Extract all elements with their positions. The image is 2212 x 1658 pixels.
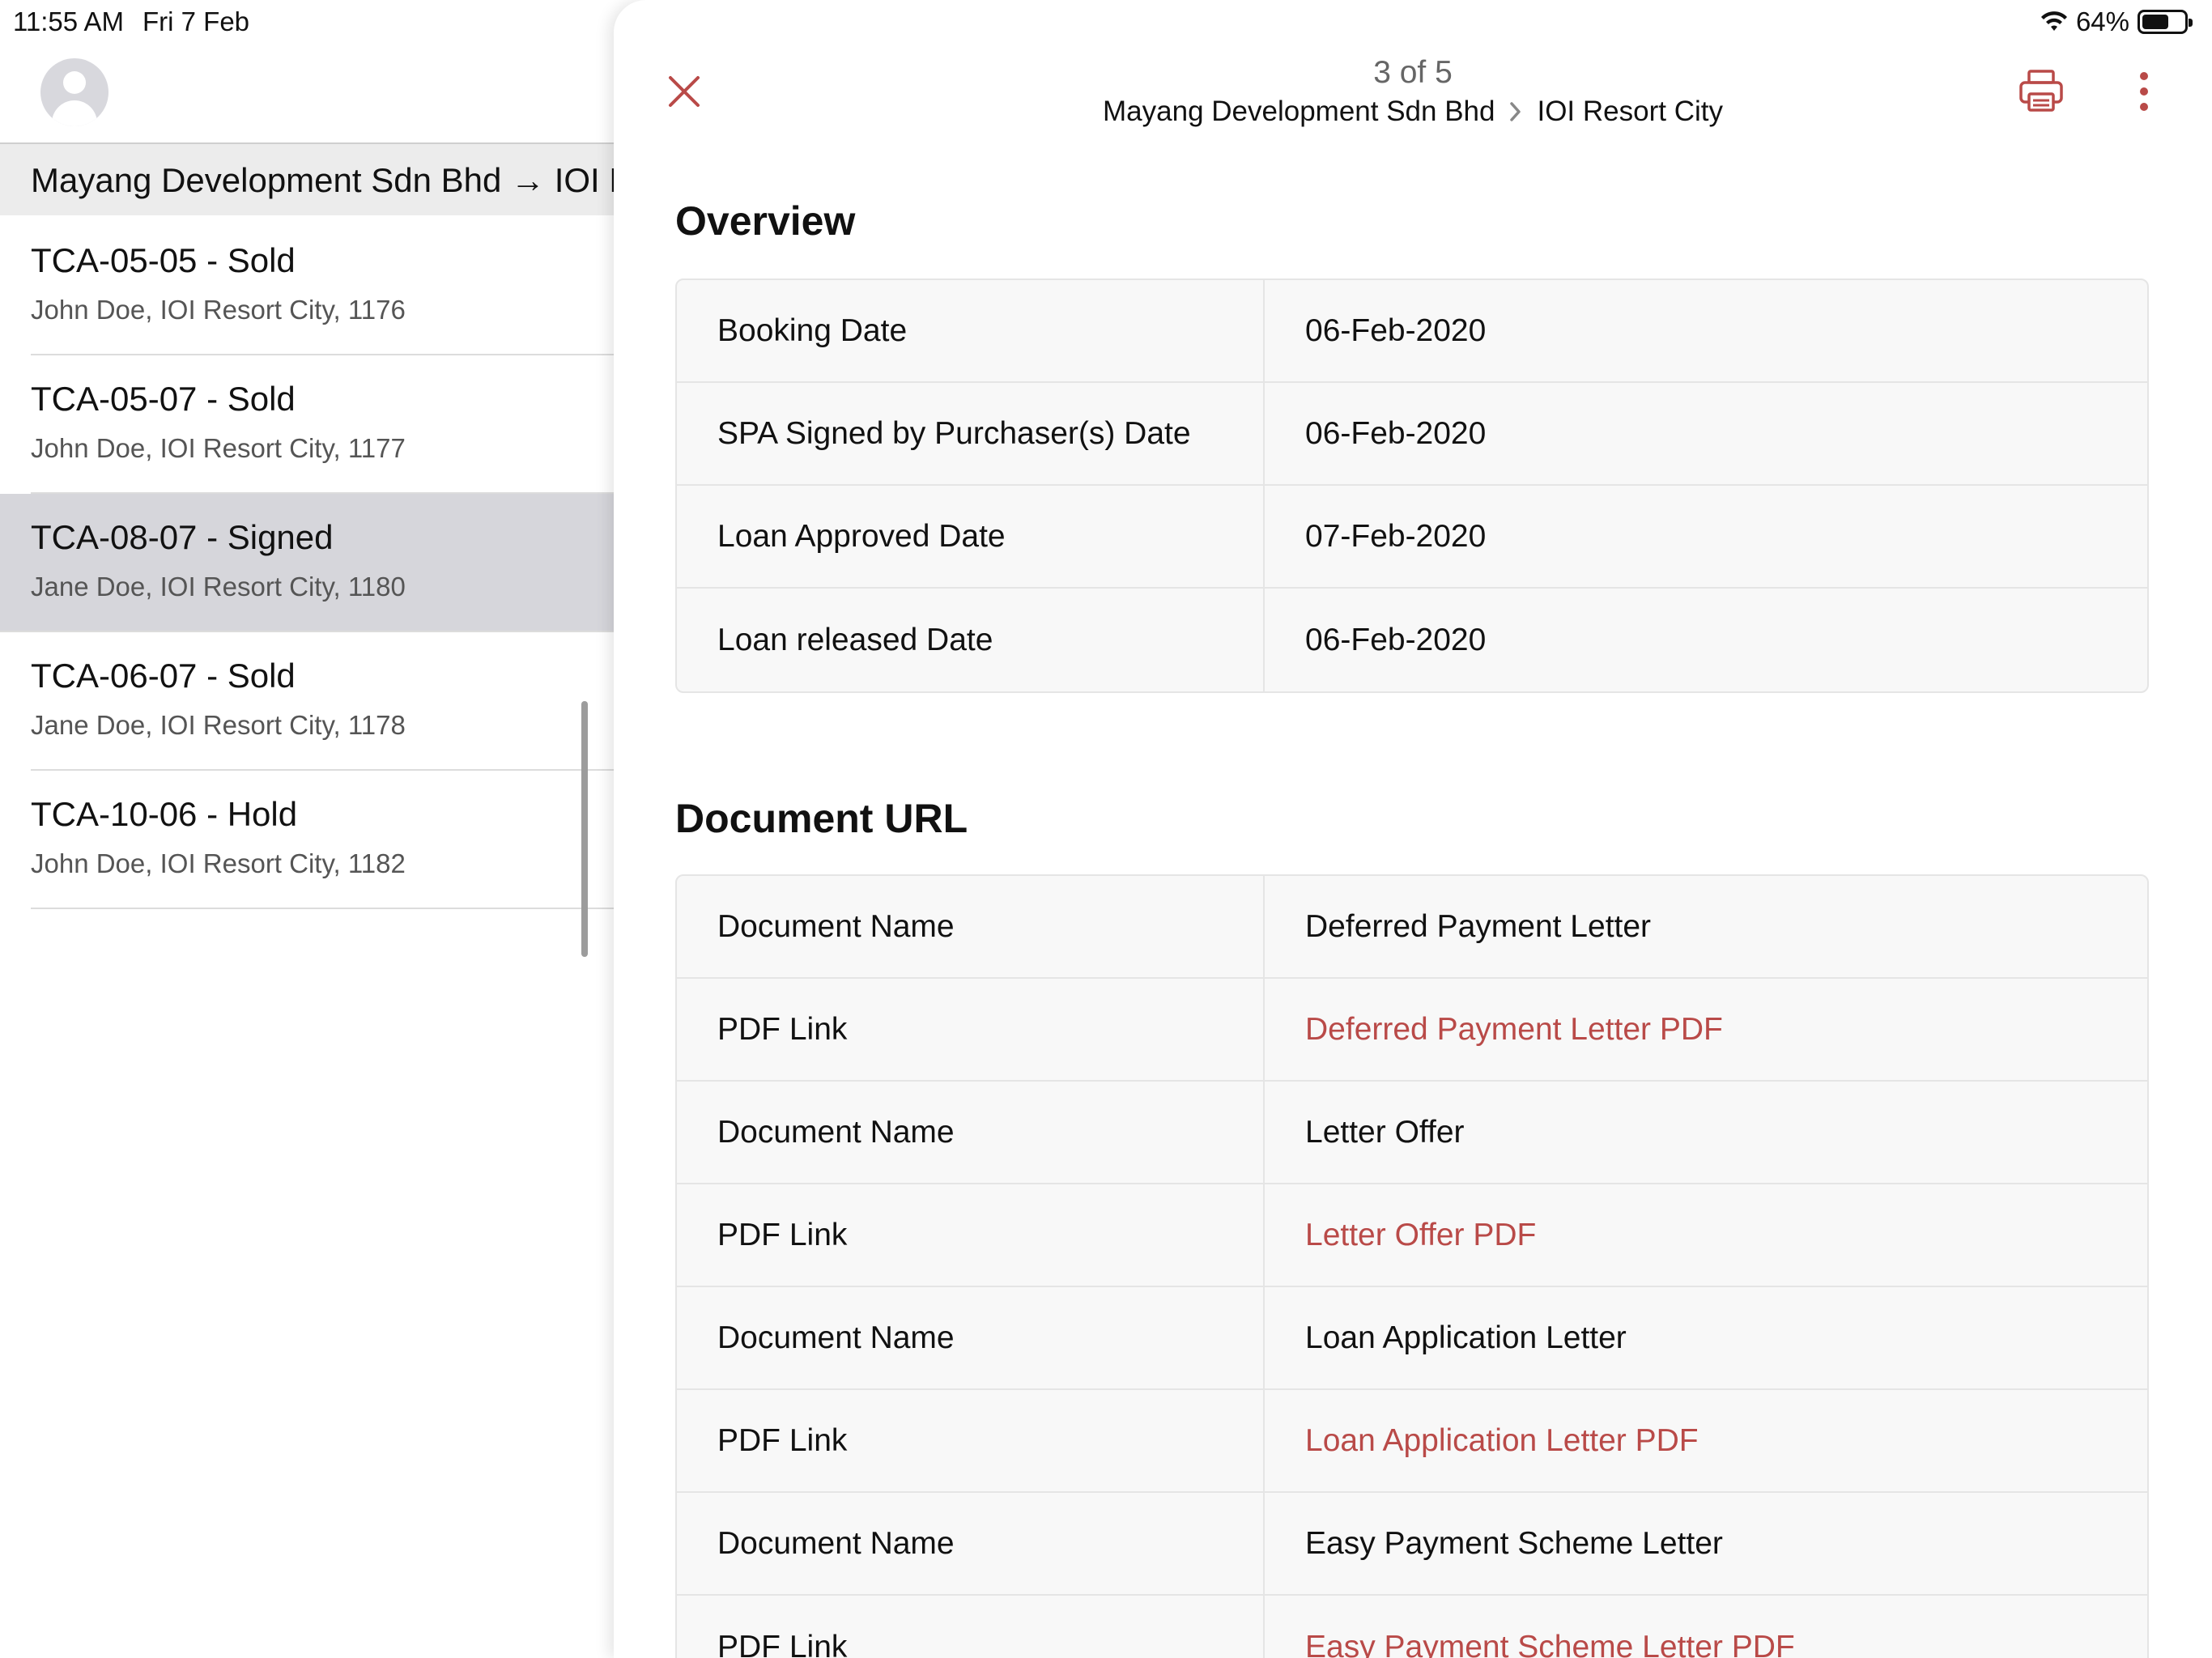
table-row: SPA Signed by Purchaser(s) Date 06-Feb-2… <box>677 383 2147 486</box>
row-label: Booking Date <box>677 280 1265 381</box>
list-item-subtitle: John Doe, IOI Resort City, 1177 <box>31 433 406 463</box>
detail-sheet: 3 of 5 Mayang Development Sdn Bhd IOI Re… <box>614 0 2212 1658</box>
status-indicators: 64% <box>2040 6 2193 37</box>
row-label: Document Name <box>677 1082 1265 1183</box>
list-item-title: TCA-06-07 - Sold <box>31 657 296 695</box>
table-row: Document Name Loan Application Letter <box>677 1287 2147 1390</box>
list-item-title: TCA-10-06 - Hold <box>31 795 298 833</box>
list-item-subtitle: Jane Doe, IOI Resort City, 1180 <box>31 572 406 602</box>
print-button[interactable] <box>2018 68 2065 115</box>
document-name: Easy Payment Scheme Letter <box>1305 1525 1723 1561</box>
row-label: Document Name <box>677 1287 1265 1388</box>
printer-icon <box>2019 70 2063 112</box>
list-item-title: TCA-05-05 - Sold <box>31 241 296 279</box>
more-options-button[interactable] <box>2136 70 2152 113</box>
row-label: PDF Link <box>677 979 1265 1080</box>
documents-table: Document Name Deferred Payment Letter PD… <box>675 874 2149 1658</box>
list-item[interactable]: TCA-05-07 - Sold John Doe, IOI Resort Ci… <box>0 355 615 494</box>
sidebar-section-header: Mayang Development Sdn Bhd → IOI Resort … <box>0 142 615 215</box>
row-value: 07-Feb-2020 <box>1305 518 1487 554</box>
breadcrumb-developer[interactable]: Mayang Development Sdn Bhd <box>1103 96 1495 128</box>
list-item[interactable]: TCA-06-07 - Sold Jane Doe, IOI Resort Ci… <box>0 632 615 771</box>
list-item-subtitle: Jane Doe, IOI Resort City, 1178 <box>31 710 406 740</box>
unit-list: TCA-05-05 - Sold John Doe, IOI Resort Ci… <box>0 217 615 909</box>
battery-level <box>2142 15 2168 29</box>
breadcrumb: Mayang Development Sdn Bhd IOI Resort Ci… <box>614 96 2212 128</box>
breadcrumb-project[interactable]: IOI Resort City <box>1537 96 1722 128</box>
nav-title: 3 of 5 Mayang Development Sdn Bhd IOI Re… <box>614 55 2212 128</box>
overview-table: Booking Date 06-Feb-2020 SPA Signed by P… <box>675 278 2149 693</box>
table-row: Loan Approved Date 07-Feb-2020 <box>677 486 2147 589</box>
document-name: Letter Offer <box>1305 1114 1465 1150</box>
table-row: Document Name Letter Offer <box>677 1082 2147 1184</box>
divider <box>31 908 615 909</box>
avatar-head <box>63 71 86 94</box>
list-item-title: TCA-08-07 - Signed <box>31 518 334 556</box>
pdf-link[interactable]: Easy Payment Scheme Letter PDF <box>1265 1596 2147 1658</box>
list-item[interactable]: TCA-05-05 - Sold John Doe, IOI Resort Ci… <box>0 217 615 355</box>
table-row: PDF Link Loan Application Letter PDF <box>677 1390 2147 1493</box>
list-item-subtitle: John Doe, IOI Resort City, 1176 <box>31 295 406 325</box>
row-label: Document Name <box>677 1493 1265 1594</box>
table-row: Document Name Easy Payment Scheme Letter <box>677 1493 2147 1596</box>
app-root: 11:55 AM Fri 7 Feb 64% Mayang Developmen… <box>0 0 2212 1658</box>
pdf-link[interactable]: Letter Offer PDF <box>1265 1184 2147 1286</box>
table-row: PDF Link Easy Payment Scheme Letter PDF <box>677 1596 2147 1658</box>
list-item-selected[interactable]: TCA-08-07 - Signed Jane Doe, IOI Resort … <box>0 494 615 632</box>
battery-icon <box>2138 10 2193 34</box>
pdf-link[interactable]: Deferred Payment Letter PDF <box>1265 979 2147 1080</box>
row-value: 06-Feb-2020 <box>1305 312 1487 348</box>
row-label: PDF Link <box>677 1390 1265 1491</box>
documents-title: Document URL <box>675 796 968 841</box>
row-label: Document Name <box>677 876 1265 977</box>
table-row: Document Name Deferred Payment Letter <box>677 876 2147 979</box>
avatar-body <box>52 100 97 126</box>
table-row: PDF Link Letter Offer PDF <box>677 1184 2147 1287</box>
row-label: Loan Approved Date <box>677 486 1265 587</box>
status-time: 11:55 AM <box>13 6 124 36</box>
row-value: 06-Feb-2020 <box>1305 622 1487 657</box>
wifi-icon <box>2040 11 2067 31</box>
row-label: SPA Signed by Purchaser(s) Date <box>677 383 1265 484</box>
table-row: Loan released Date 06-Feb-2020 <box>677 589 2147 691</box>
sidebar: Mayang Development Sdn Bhd → IOI Resort … <box>0 0 615 1658</box>
pdf-link[interactable]: Loan Application Letter PDF <box>1265 1390 2147 1491</box>
row-label: PDF Link <box>677 1184 1265 1286</box>
overview-title: Overview <box>675 198 856 244</box>
status-bar: 11:55 AM Fri 7 Feb 64% <box>0 0 2212 42</box>
scrollbar[interactable] <box>581 701 588 957</box>
avatar[interactable] <box>40 58 108 126</box>
document-name: Loan Application Letter <box>1305 1320 1627 1355</box>
row-label: Loan released Date <box>677 589 1265 691</box>
battery-percent: 64% <box>2075 6 2129 36</box>
chevron-right-icon <box>1510 102 1521 121</box>
document-name: Deferred Payment Letter <box>1305 908 1652 944</box>
table-row: Booking Date 06-Feb-2020 <box>677 280 2147 383</box>
list-item[interactable]: TCA-10-06 - Hold John Doe, IOI Resort Ci… <box>0 771 615 909</box>
list-item-title: TCA-05-07 - Sold <box>31 380 296 418</box>
record-counter: 3 of 5 <box>1373 55 1453 90</box>
row-value: 06-Feb-2020 <box>1305 415 1487 451</box>
status-date: Fri 7 Feb <box>143 6 250 36</box>
row-label: PDF Link <box>677 1596 1265 1658</box>
table-row: PDF Link Deferred Payment Letter PDF <box>677 979 2147 1082</box>
list-item-subtitle: John Doe, IOI Resort City, 1182 <box>31 848 406 878</box>
more-vertical-icon <box>2140 72 2148 111</box>
